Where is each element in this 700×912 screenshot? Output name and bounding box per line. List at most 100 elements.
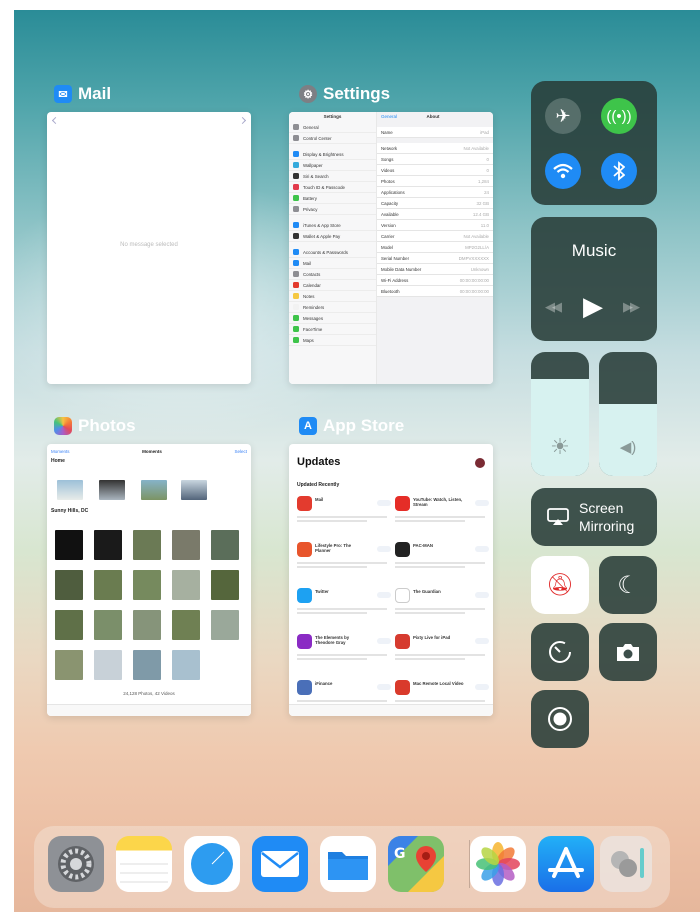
photo-thumb[interactable]: [172, 650, 200, 680]
open-button[interactable]: [377, 684, 391, 690]
about-row[interactable]: Photos 1,284: [377, 176, 493, 187]
settings-menu-item[interactable]: Display & Brightness: [289, 149, 376, 160]
photos-card-label[interactable]: Photos: [54, 416, 136, 436]
photo-thumb[interactable]: [172, 530, 200, 560]
dock-settings-icon[interactable]: [48, 836, 104, 892]
photo-thumb[interactable]: [57, 480, 83, 500]
photo-thumb[interactable]: [141, 480, 167, 500]
photo-thumb[interactable]: [172, 570, 200, 600]
cellular-data-toggle[interactable]: ((•)): [601, 98, 637, 134]
brightness-slider[interactable]: ☀: [531, 352, 589, 476]
photo-thumb[interactable]: [94, 610, 122, 640]
dock-google-maps-icon[interactable]: G: [388, 836, 444, 892]
settings-menu-item[interactable]: Control Center: [289, 133, 376, 144]
app-update-item[interactable]: Pixty Live for iPad: [395, 632, 489, 672]
app-update-item[interactable]: Lifestyle Pro: The Planner: [297, 540, 391, 580]
app-update-item[interactable]: The Elements by Theodore Gray: [297, 632, 391, 672]
about-row[interactable]: Bluetooth 00:00:00:00:00: [377, 286, 493, 297]
photo-thumb[interactable]: [99, 480, 125, 500]
open-button[interactable]: [475, 638, 489, 644]
settings-menu-item[interactable]: Battery: [289, 193, 376, 204]
settings-menu-item[interactable]: Calendar: [289, 280, 376, 291]
photo-thumb[interactable]: [133, 610, 161, 640]
settings-menu-item[interactable]: Maps: [289, 335, 376, 346]
settings-back-link[interactable]: General: [381, 112, 397, 122]
open-button[interactable]: [377, 592, 391, 598]
settings-menu-item[interactable]: FaceTime: [289, 324, 376, 335]
volume-slider[interactable]: ◀): [599, 352, 657, 476]
photo-thumb[interactable]: [55, 570, 83, 600]
settings-card-label[interactable]: ⚙ Settings: [299, 84, 390, 104]
settings-menu-item[interactable]: Wallet & Apple Pay: [289, 231, 376, 242]
app-update-item[interactable]: YouTube: Watch, Listen, Stream: [395, 494, 489, 534]
app-update-item[interactable]: The Guardian: [395, 586, 489, 626]
dock-notes-icon[interactable]: [116, 836, 172, 892]
about-row[interactable]: Network Not Available: [377, 143, 493, 154]
about-row[interactable]: Carrier Not Available: [377, 231, 493, 242]
settings-menu-item[interactable]: Siri & Search: [289, 171, 376, 182]
open-button[interactable]: [377, 500, 391, 506]
app-update-item[interactable]: PAC-MAN: [395, 540, 489, 580]
mute-toggle[interactable]: 🔕︎: [531, 556, 589, 614]
dock-safari-icon[interactable]: [184, 836, 240, 892]
settings-menu-item[interactable]: Mail: [289, 258, 376, 269]
settings-menu-item[interactable]: Messages: [289, 313, 376, 324]
photo-thumb[interactable]: [94, 570, 122, 600]
camera-button[interactable]: [599, 623, 657, 681]
photos-card[interactable]: Moments Moments Select Home Sunny Hills,…: [47, 444, 251, 716]
dock-mail-icon[interactable]: [252, 836, 308, 892]
about-row[interactable]: Serial Number DMPVXXXXXX: [377, 253, 493, 264]
settings-menu-item[interactable]: General: [289, 122, 376, 133]
photo-thumb[interactable]: [94, 650, 122, 680]
mail-card-label[interactable]: ✉ Mail: [54, 84, 111, 104]
next-track-icon[interactable]: ▶▶: [623, 299, 640, 315]
account-avatar[interactable]: [475, 458, 485, 468]
photo-thumb[interactable]: [133, 570, 161, 600]
photos-back-link[interactable]: Moments: [51, 449, 70, 454]
photo-thumb[interactable]: [133, 530, 161, 560]
settings-menu-item[interactable]: Privacy: [289, 204, 376, 215]
open-button[interactable]: [377, 638, 391, 644]
about-row[interactable]: Name iPad: [377, 127, 493, 138]
wifi-toggle[interactable]: [545, 153, 581, 189]
do-not-disturb-toggle[interactable]: ☾: [599, 556, 657, 614]
photo-thumb[interactable]: [94, 530, 122, 560]
about-row[interactable]: Videos 0: [377, 165, 493, 176]
open-button[interactable]: [475, 592, 489, 598]
about-row[interactable]: Available 12.4 GB: [377, 209, 493, 220]
previous-track-icon[interactable]: ◀◀: [545, 299, 562, 315]
about-row[interactable]: Model MP2G2LL/A: [377, 242, 493, 253]
photo-thumb[interactable]: [211, 530, 239, 560]
settings-menu-item[interactable]: Touch ID & Passcode: [289, 182, 376, 193]
photos-select-link[interactable]: Select: [234, 449, 247, 454]
music-module[interactable]: Music ◀◀ ▶ ▶▶: [531, 217, 657, 341]
settings-menu-item[interactable]: iTunes & App Store: [289, 220, 376, 231]
about-row[interactable]: Songs 0: [377, 154, 493, 165]
settings-menu-item[interactable]: Notes: [289, 291, 376, 302]
timer-button[interactable]: [531, 623, 589, 681]
about-row[interactable]: Version 11.0: [377, 220, 493, 231]
about-row[interactable]: Capacity 32 GB: [377, 198, 493, 209]
app-update-item[interactable]: Mail: [297, 494, 391, 534]
open-button[interactable]: [377, 546, 391, 552]
bluetooth-toggle[interactable]: [601, 153, 637, 189]
screen-mirroring-button[interactable]: Screen Mirroring: [531, 488, 657, 546]
open-button[interactable]: [475, 546, 489, 552]
appstore-card-label[interactable]: A App Store: [299, 416, 404, 436]
settings-menu-item[interactable]: Contacts: [289, 269, 376, 280]
dock-photos-icon[interactable]: [470, 836, 526, 892]
photo-thumb[interactable]: [172, 610, 200, 640]
photo-thumb[interactable]: [211, 570, 239, 600]
screen-recording-button[interactable]: [531, 690, 589, 748]
dock-files-icon[interactable]: [320, 836, 376, 892]
settings-menu-item[interactable]: Accounts & Passwords: [289, 247, 376, 258]
settings-menu-item[interactable]: Reminders: [289, 302, 376, 313]
mail-card[interactable]: No message selected: [47, 112, 251, 384]
about-row[interactable]: Wi-Fi Address 00:00:00:00:00: [377, 275, 493, 286]
open-button[interactable]: [475, 684, 489, 690]
settings-menu-item[interactable]: Wallpaper: [289, 160, 376, 171]
photo-thumb[interactable]: [55, 530, 83, 560]
appstore-card[interactable]: Updates Updated Recently Mail YouTube: Wa…: [289, 444, 493, 716]
photo-thumb[interactable]: [133, 650, 161, 680]
photo-thumb[interactable]: [55, 610, 83, 640]
